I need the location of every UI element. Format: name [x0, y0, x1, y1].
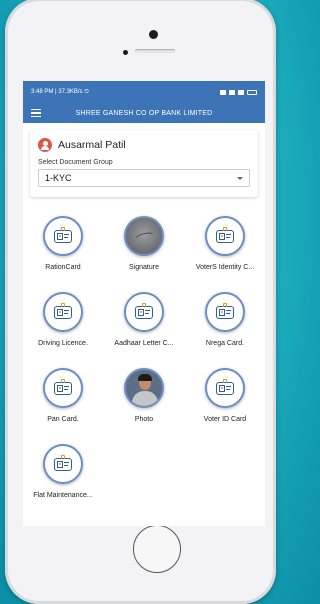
- front-camera: [149, 30, 158, 39]
- document-group-label: Select Document Group: [38, 159, 113, 166]
- id-card-icon: [205, 368, 245, 408]
- home-button[interactable]: [133, 525, 181, 573]
- doc-label: Driving Licence.: [38, 340, 88, 347]
- app-screen: 3:48 PM | 37.3KB/s ⏲ SHREE GANESH CO OP …: [23, 81, 265, 526]
- id-card-icon: [205, 292, 245, 332]
- id-card-icon: [124, 292, 164, 332]
- doc-label: Nrega Card.: [205, 340, 245, 347]
- status-icons: [220, 89, 257, 95]
- doc-label: Aadhaar Letter C...: [114, 340, 174, 347]
- signature-photo: [124, 216, 164, 256]
- doc-signature[interactable]: Signature: [104, 216, 184, 276]
- chevron-down-icon: [237, 176, 243, 180]
- id-card-icon: [205, 216, 245, 256]
- user-icon: [38, 138, 52, 152]
- wifi-icon: [229, 89, 235, 95]
- alarm-icon: [220, 89, 226, 95]
- doc-voters-identity[interactable]: VoterS Identity C...: [185, 216, 265, 276]
- doc-label: Flat Maintenance...: [33, 492, 93, 499]
- person-photo: [124, 368, 164, 408]
- doc-label: Photo: [134, 416, 154, 423]
- battery-icon: [247, 89, 257, 95]
- id-card-icon: [43, 292, 83, 332]
- id-card-icon: [43, 368, 83, 408]
- user-name: Ausarmal Patil: [58, 139, 126, 151]
- doc-label: Signature: [129, 264, 159, 271]
- doc-ration-card[interactable]: RationCard: [23, 216, 103, 276]
- document-group-select[interactable]: 1-KYC: [38, 169, 250, 187]
- id-card-icon: [43, 444, 83, 484]
- user-card: Ausarmal Patil Select Document Group 1-K…: [30, 130, 258, 197]
- doc-label: Pan Card.: [47, 416, 79, 423]
- doc-voter-id-card[interactable]: Voter ID Card: [185, 368, 265, 428]
- user-row: Ausarmal Patil: [38, 138, 250, 152]
- proximity-sensor: [123, 50, 128, 55]
- status-time-speed: 3:48 PM | 37.3KB/s ⏲: [31, 88, 89, 95]
- id-card-icon: [43, 216, 83, 256]
- app-title: SHREE GANESH CO OP BANK LIMITED: [75, 109, 213, 117]
- doc-aadhaar-letter[interactable]: Aadhaar Letter C...: [104, 292, 184, 352]
- earpiece-speaker: [135, 49, 175, 53]
- doc-label: VoterS Identity C...: [195, 264, 255, 271]
- doc-pan-card[interactable]: Pan Card.: [23, 368, 103, 428]
- signal-icon: [238, 89, 244, 95]
- doc-label: RationCard: [45, 264, 81, 271]
- status-bar: 3:48 PM | 37.3KB/s ⏲: [23, 81, 265, 103]
- doc-photo[interactable]: Photo: [104, 368, 184, 428]
- doc-driving-licence[interactable]: Driving Licence.: [23, 292, 103, 352]
- doc-label: Voter ID Card: [203, 416, 247, 423]
- doc-flat-maintenance[interactable]: Flat Maintenance...: [23, 444, 103, 504]
- doc-nrega-card[interactable]: Nrega Card.: [185, 292, 265, 352]
- document-group-value: 1-KYC: [45, 173, 72, 183]
- app-bar: SHREE GANESH CO OP BANK LIMITED: [23, 103, 265, 123]
